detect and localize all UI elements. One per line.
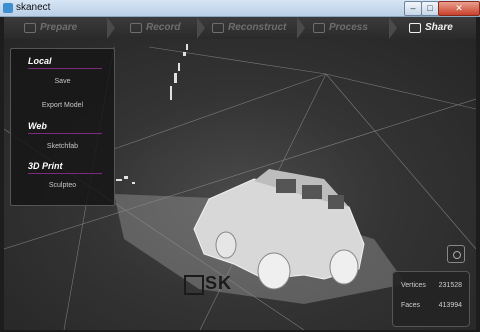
app-icon xyxy=(3,3,13,13)
section-local-heading: Local xyxy=(28,56,52,66)
tab-record-label: Record xyxy=(146,22,181,33)
section-web-divider xyxy=(28,133,102,134)
tab-share[interactable]: Share xyxy=(409,17,453,39)
section-3d-print-heading: 3D Print xyxy=(28,161,63,171)
workflow-tab-bar: Prepare Record Reconstruct Process Share xyxy=(4,17,476,39)
prepare-icon xyxy=(24,23,36,33)
vertices-value: 231528 xyxy=(438,282,462,289)
maximize-button[interactable]: □ xyxy=(421,1,439,16)
minimize-button[interactable]: – xyxy=(404,1,422,16)
tab-prepare[interactable]: Prepare xyxy=(24,17,77,39)
window-titlebar: skanect – □ ✕ xyxy=(0,0,480,17)
process-icon xyxy=(313,23,325,33)
tab-separator xyxy=(197,17,205,39)
tab-share-label: Share xyxy=(425,22,453,33)
sketchfab-button[interactable]: Sketchfab xyxy=(11,143,114,150)
tab-separator xyxy=(389,17,397,39)
point-cloud xyxy=(116,44,188,184)
tab-process[interactable]: Process xyxy=(313,17,368,39)
vertices-label: Vertices xyxy=(401,282,426,289)
share-hand-icon xyxy=(409,23,421,33)
window-title: skanect xyxy=(16,2,51,13)
camera-icon xyxy=(453,251,461,259)
section-web-heading: Web xyxy=(28,121,47,131)
tab-reconstruct-label: Reconstruct xyxy=(228,22,287,33)
skanect-watermark: SK xyxy=(205,273,233,293)
save-button[interactable]: Save xyxy=(11,78,114,85)
snapshot-button[interactable] xyxy=(447,245,465,263)
faces-label: Faces xyxy=(401,302,421,309)
mesh-stats-panel: Vertices 231528 Faces 413994 xyxy=(392,271,470,327)
tab-prepare-label: Prepare xyxy=(40,22,78,33)
record-icon xyxy=(130,23,142,33)
section-3d-print-divider xyxy=(28,173,102,174)
tab-separator xyxy=(297,17,305,39)
section-local-divider xyxy=(28,68,102,69)
export-model-button[interactable]: Export Model xyxy=(11,102,114,109)
share-panel: Local Save Export Model Web Sketchfab 3D… xyxy=(10,48,115,206)
tab-reconstruct[interactable]: Reconstruct xyxy=(212,17,286,39)
tab-separator xyxy=(107,17,115,39)
sculpteo-button[interactable]: Sculpteo xyxy=(11,182,114,189)
close-button[interactable]: ✕ xyxy=(438,1,480,16)
skanect-logo-icon xyxy=(184,275,204,295)
tab-record[interactable]: Record xyxy=(130,17,180,39)
tab-process-label: Process xyxy=(329,22,368,33)
reconstruct-icon xyxy=(212,23,224,33)
faces-value: 413994 xyxy=(438,302,462,309)
